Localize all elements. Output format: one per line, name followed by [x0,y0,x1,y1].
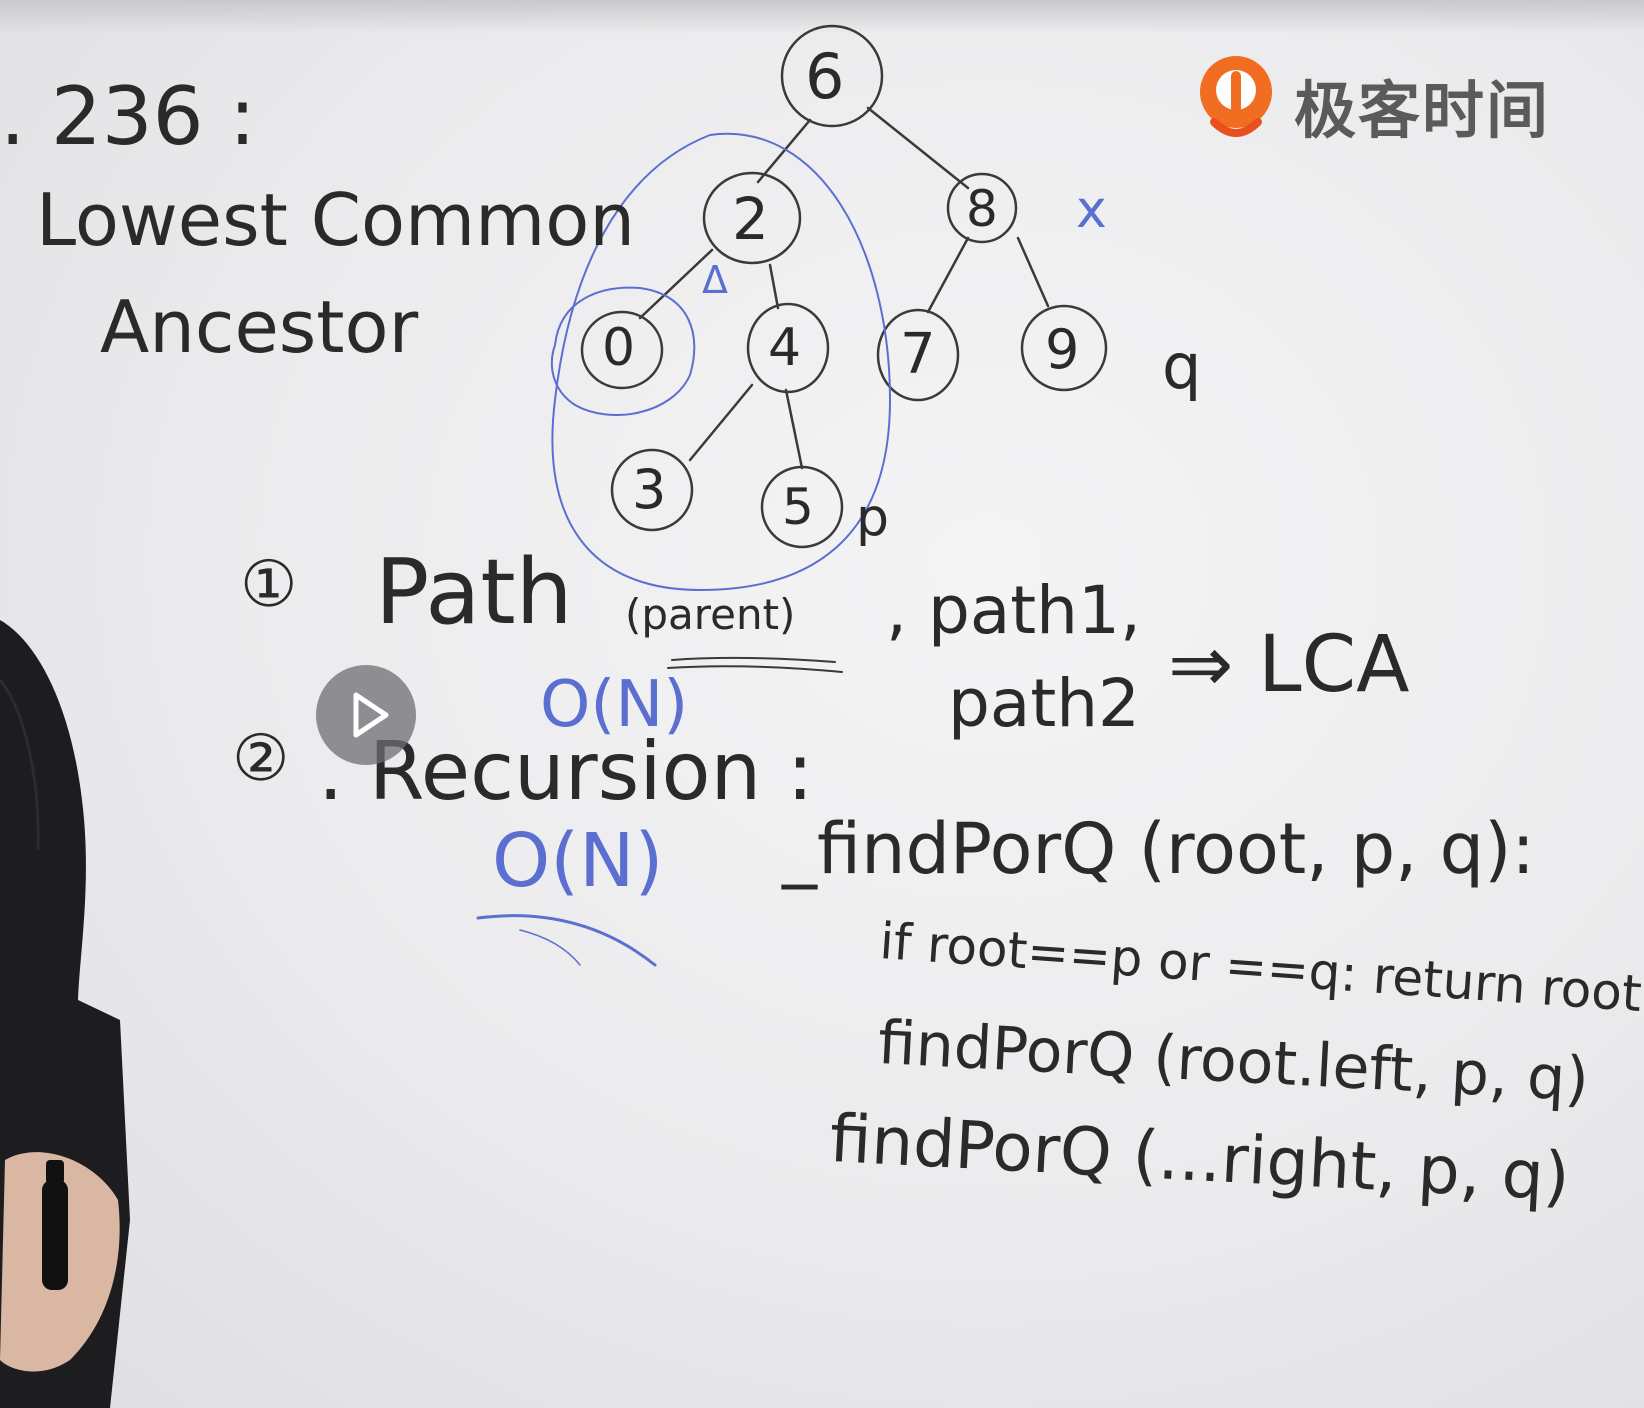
node-label-5: 5 [782,478,814,536]
edge-8-7 [926,236,970,314]
geektime-logo-icon [1200,56,1272,137]
method2-complexity: O(N) [492,818,664,904]
method1-label: Path [375,540,573,645]
blue-underline-recursion [476,914,657,967]
method1-parent: (parent) [625,590,796,639]
underline-parent-1 [671,656,836,663]
problem-number: . 236 : [0,70,256,163]
node-label-2: 2 [732,185,769,253]
edge-2-4 [768,263,780,310]
edge-6-2 [756,118,812,184]
method1-number: ① [240,548,298,622]
mark-p: p [856,488,890,548]
method1-path1: , path1, [886,572,1141,649]
edge-4-3 [688,383,754,462]
title-line1: Lowest Common [36,178,635,262]
method2-number: ② [232,722,290,796]
node-label-7: 7 [900,322,936,387]
mark-q: q [1162,330,1202,403]
node-label-3: 3 [632,458,667,521]
node-label-6: 6 [805,40,845,113]
geektime-logo-text: 极客时间 [1294,74,1551,147]
title-line2: Ancestor [100,285,419,369]
play-icon[interactable] [316,665,416,765]
whiteboard-video-frame: . 236 : Lowest Common Ancestor 6 2 8 0 4… [0,0,1644,1408]
edge-8-9 [1016,236,1050,308]
mark-x: x [1076,180,1107,240]
play-button[interactable] [316,665,416,765]
presenter-silhouette [0,620,130,1408]
mark-triangle: Δ [702,258,728,302]
node-label-0: 0 [602,318,636,378]
node-label-4: 4 [768,318,802,378]
method1-arrow-lca: ⇒ LCA [1168,620,1410,710]
node-label-8: 8 [966,180,998,238]
node-label-9: 9 [1045,318,1080,381]
method1-path2: path2 [948,665,1141,742]
underline-parent-2 [667,665,843,673]
code-line1: _findPorQ (root, p, q): [782,808,1535,890]
geektime-logo: 极客时间 [1196,52,1596,152]
edge-6-8 [866,106,970,190]
edge-4-5 [784,388,804,470]
blue-underline-recursion-2 [519,929,581,966]
